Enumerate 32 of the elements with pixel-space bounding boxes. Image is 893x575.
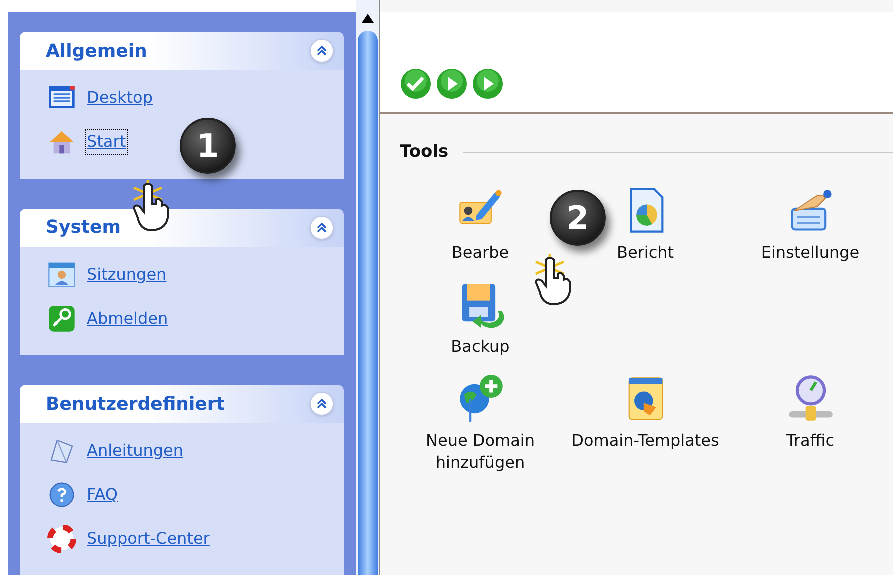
collapse-button[interactable] (310, 216, 334, 240)
sidebar-link[interactable]: Sitzungen (86, 262, 168, 287)
play-icon[interactable] (472, 68, 504, 100)
lifebuoy-icon (46, 525, 78, 554)
tool-label[interactable]: Neue Domain hinzufügen (416, 430, 546, 474)
panel-title: System (46, 216, 121, 240)
sidebar-link[interactable]: Start (86, 130, 128, 154)
tool-label[interactable]: Backup (451, 336, 510, 358)
chevrons-up-icon (316, 222, 328, 234)
collapse-button[interactable] (310, 39, 334, 63)
scroll-thumb[interactable] (358, 31, 378, 575)
check-icon[interactable] (400, 68, 432, 100)
tool-label[interactable]: Bearbe (452, 242, 510, 264)
key-icon (46, 304, 78, 333)
tool-label[interactable]: Einstellunge (761, 242, 860, 264)
collapse-button[interactable] (310, 392, 334, 416)
section-title: Tools (400, 141, 449, 164)
sidebar-link[interactable]: FAQ (86, 483, 119, 508)
panel-title: Benutzerdefiniert (46, 392, 225, 417)
sidebar-link[interactable]: Desktop (86, 86, 154, 110)
tool-label[interactable]: Bericht (616, 242, 674, 264)
sidebar-link[interactable]: Abmelden (86, 306, 170, 331)
tool-label[interactable]: Traffic (786, 430, 835, 452)
play-icon[interactable] (436, 68, 468, 100)
scrollbar[interactable] (356, 0, 379, 575)
tool-label[interactable]: Domain-Templates (572, 430, 720, 452)
sidebar-link[interactable]: Anleitungen (86, 439, 185, 464)
chevrons-up-icon (316, 45, 328, 57)
chevrons-up-icon (316, 398, 328, 410)
user-window-icon (46, 260, 78, 289)
panel-title: Allgemein (46, 40, 148, 64)
sidebar-link[interactable]: Support-Center (86, 527, 211, 552)
